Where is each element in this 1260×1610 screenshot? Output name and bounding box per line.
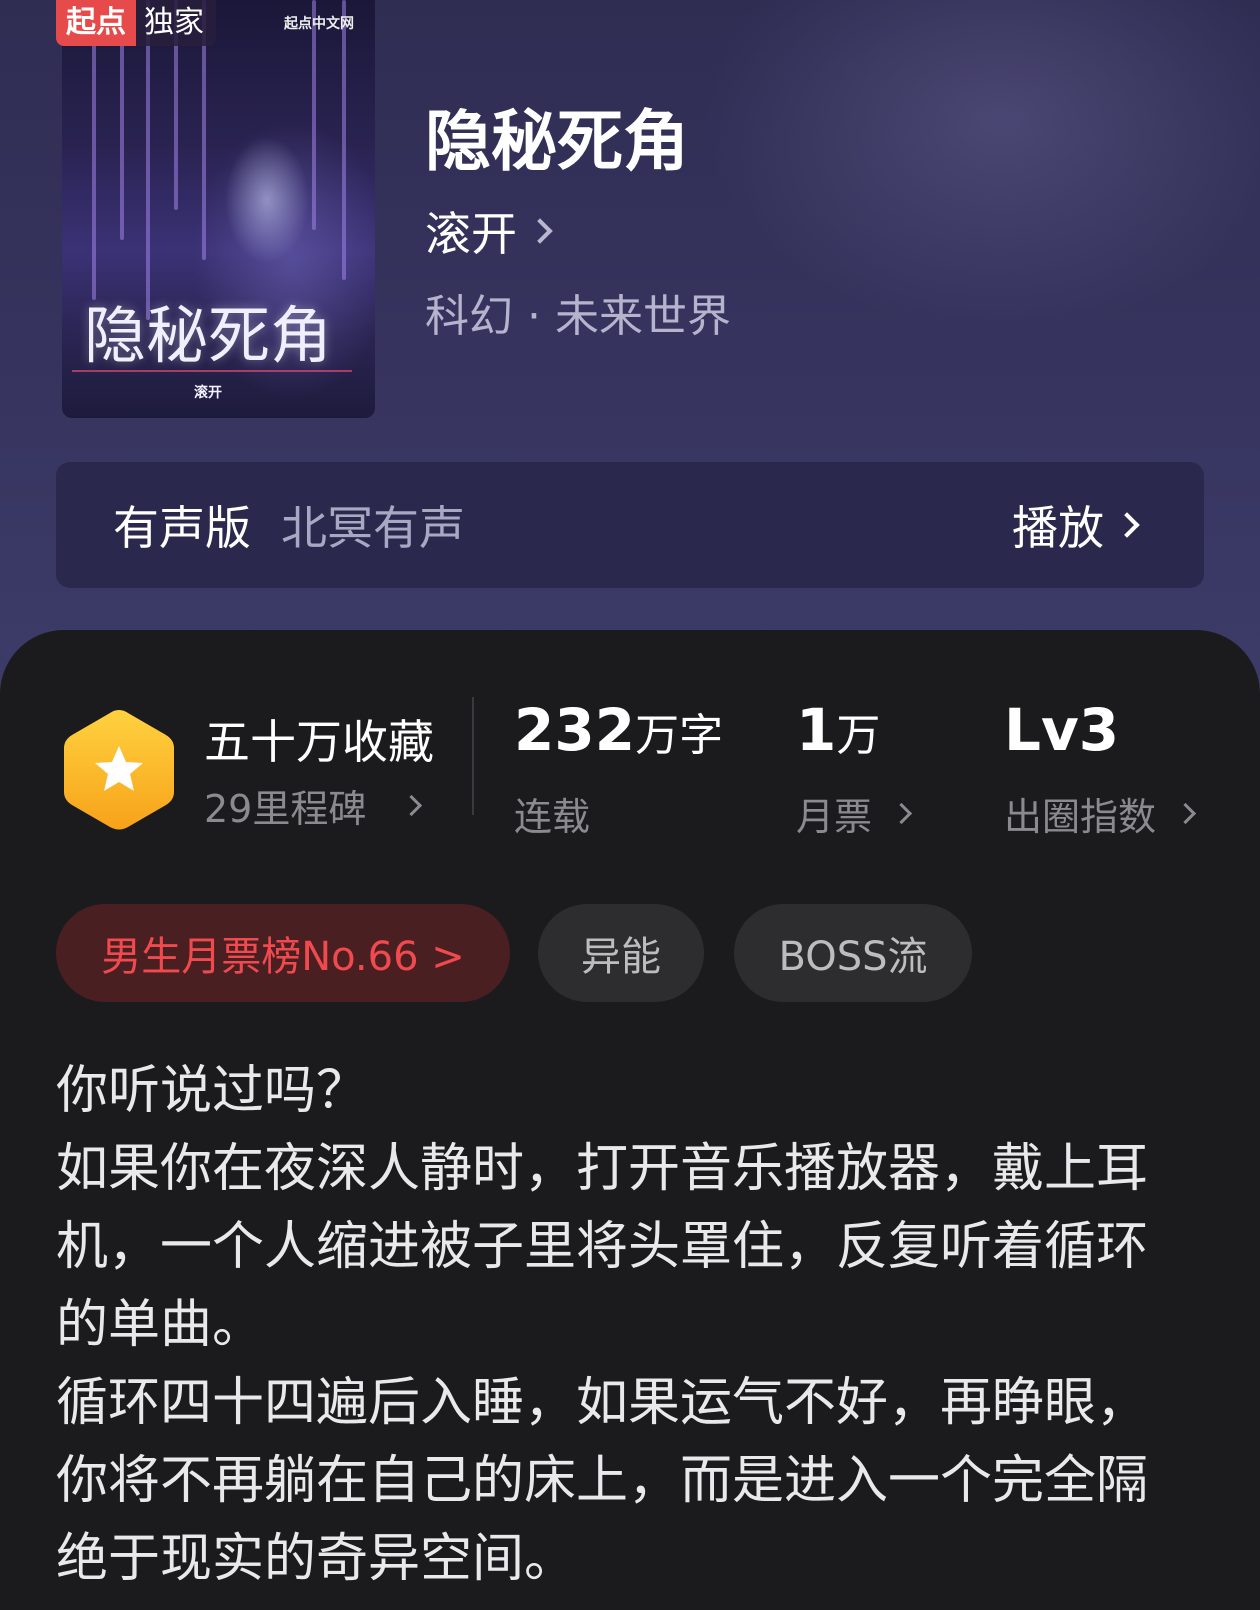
influence-index-link[interactable]: 出圈指数	[1004, 786, 1197, 841]
book-genre: 科幻 · 未来世界	[425, 291, 731, 342]
book-synopsis[interactable]: 你听说过吗？ 如果你在夜深人静时，打开音乐播放器，戴上耳机，一个人缩进被子里将头…	[56, 1052, 1196, 1598]
book-title: 隐秘死角	[425, 102, 689, 180]
monthly-tickets-value: 1	[796, 696, 837, 764]
star-hex-icon	[64, 710, 174, 830]
chevron-right-icon	[401, 794, 423, 817]
monthly-tickets: 1万	[796, 696, 880, 764]
collect-count: 五十万收藏	[204, 715, 434, 769]
cover-decoration	[146, 0, 150, 320]
exclusive-badge: 起点 独家	[56, 0, 216, 46]
tag-superpower[interactable]: 异能	[538, 904, 704, 1002]
stats-divider	[472, 697, 474, 815]
play-button[interactable]: 播放	[1012, 492, 1140, 558]
audio-version-bar[interactable]: 有声版 北冥有声 播放	[56, 462, 1204, 588]
book-cover[interactable]: 起点中文网 隐秘死角 滚开	[62, 0, 375, 418]
synopsis-paragraph: 循环四十四遍后入睡，如果运气不好，再睁眼，你将不再躺在自己的床上，而是进入一个完…	[56, 1373, 1149, 1589]
cover-title: 隐秘死角	[84, 299, 333, 372]
audio-narrator: 北冥有声	[281, 501, 465, 555]
ranking-tag[interactable]: 男生月票榜No.66 >	[56, 904, 510, 1002]
milestone-count: 29里程碑	[204, 787, 367, 831]
cover-decoration	[342, 0, 346, 280]
exclusive-badge-text: 独家	[136, 0, 216, 46]
monthly-tickets-unit: 万	[836, 710, 881, 761]
word-count: 232万字	[514, 696, 723, 764]
cover-decoration	[312, 0, 316, 230]
synopsis-paragraph: 你听说过吗？	[56, 1061, 369, 1121]
audio-version-label: 有声版	[113, 501, 251, 555]
chevron-right-icon	[527, 218, 553, 244]
serial-status: 连载	[514, 786, 590, 841]
tag-boss[interactable]: BOSS流	[734, 904, 972, 1002]
monthly-tickets-label: 月票	[796, 795, 873, 839]
serial-status-label: 连载	[514, 795, 591, 839]
synopsis-paragraph: 如果你在夜深人静时，打开音乐播放器，戴上耳机，一个人缩进被子里将头罩住，反复听着…	[56, 1139, 1149, 1355]
chevron-right-icon	[1114, 512, 1140, 538]
cover-author: 滚开	[194, 385, 222, 401]
play-label: 播放	[1012, 501, 1104, 555]
author-link[interactable]: 滚开	[425, 198, 553, 264]
influence-level: Lv3	[1004, 696, 1120, 764]
chevron-right-icon	[1174, 802, 1197, 825]
milestone-link[interactable]: 29里程碑	[204, 778, 423, 833]
author-name: 滚开	[425, 207, 517, 261]
word-count-unit: 万字	[635, 710, 724, 761]
cover-site-name: 起点中文网	[284, 16, 354, 32]
cover-divider	[72, 370, 352, 372]
brand-badge-text: 起点	[56, 0, 136, 46]
monthly-tickets-link[interactable]: 月票	[796, 786, 913, 841]
word-count-value: 232	[514, 696, 636, 764]
chevron-right-icon	[890, 802, 913, 825]
influence-index-label: 出圈指数	[1004, 795, 1157, 839]
